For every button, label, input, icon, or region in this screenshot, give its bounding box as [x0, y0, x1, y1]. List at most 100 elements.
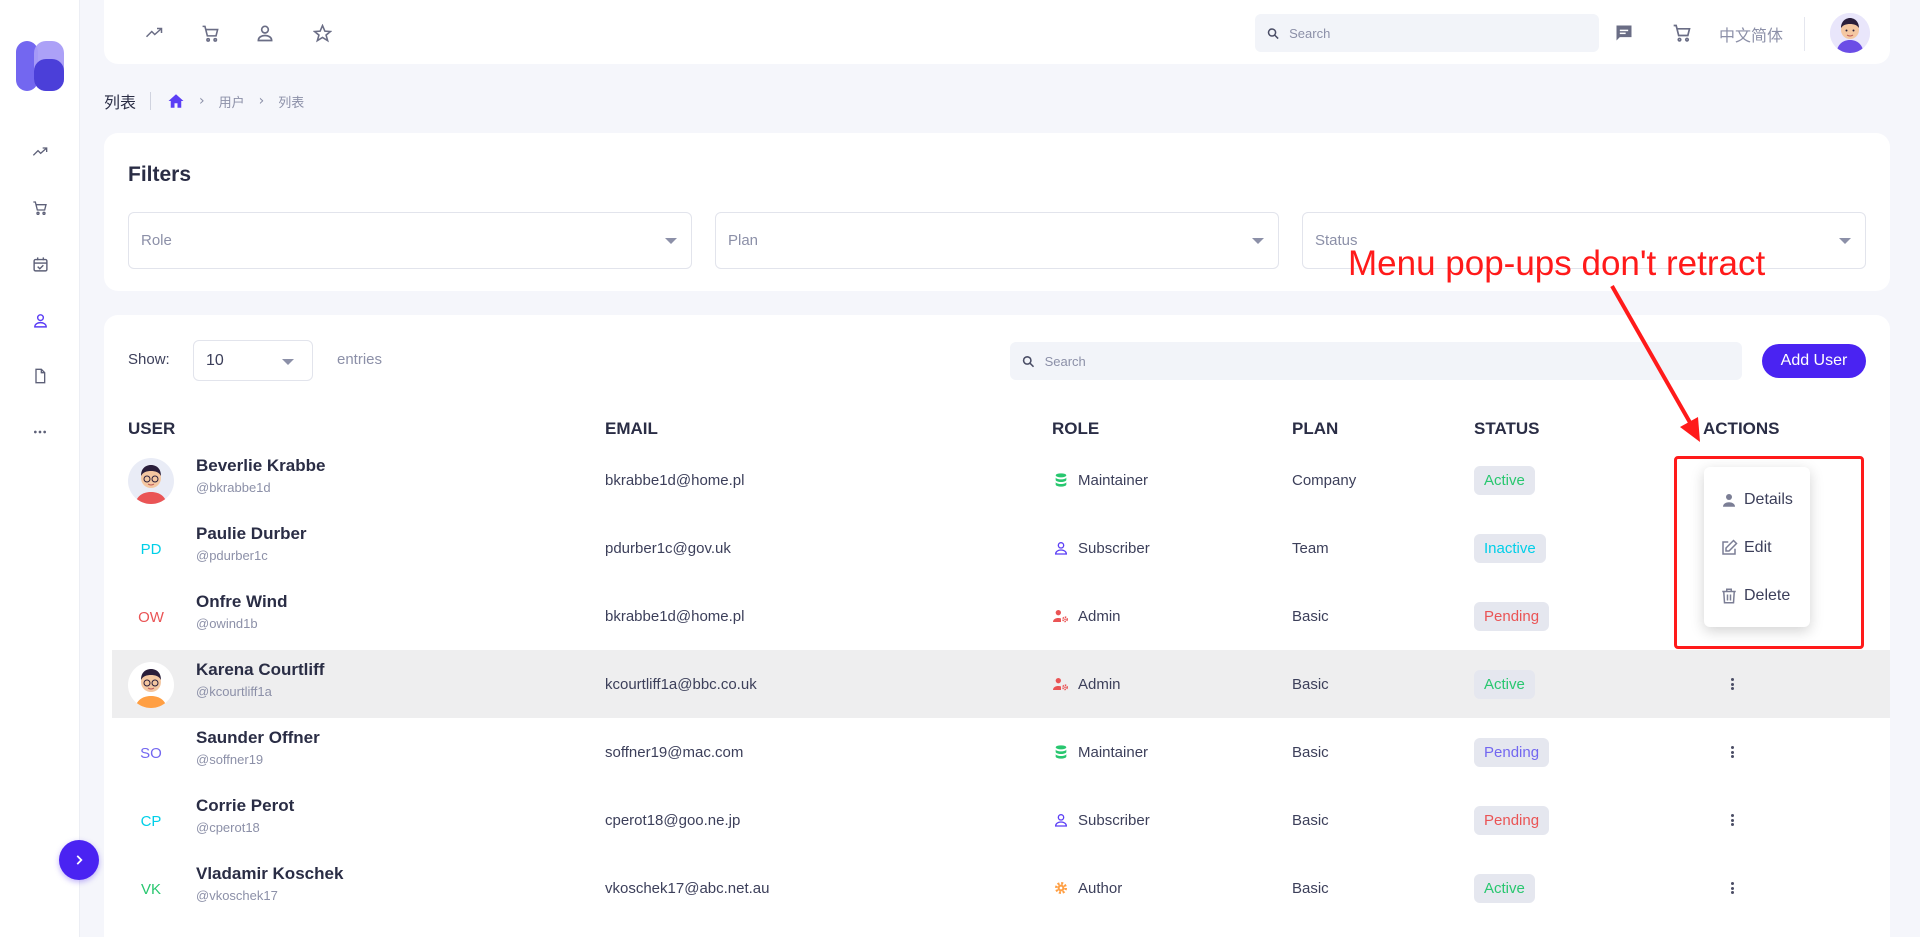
- sidebar-calendar-check-icon[interactable]: [29, 253, 51, 275]
- more-actions-icon[interactable]: [1724, 880, 1740, 896]
- cart-icon[interactable]: [199, 22, 221, 44]
- filters-title: Filters: [128, 163, 192, 186]
- user-role: Maintainer: [1052, 718, 1148, 786]
- user-plan: Company: [1292, 471, 1357, 489]
- user-plan: Basic: [1292, 675, 1329, 693]
- user-email: vkoschek17@abc.net.au: [605, 879, 770, 897]
- caret-down-icon: [282, 359, 294, 365]
- user-role: Author: [1052, 854, 1122, 922]
- user-role: Maintainer: [1052, 446, 1148, 514]
- star-icon[interactable]: [311, 22, 333, 44]
- status-badge: Active: [1474, 446, 1535, 514]
- plan-filter-select[interactable]: Plan: [715, 212, 1279, 269]
- table-row: PD Paulie Durber @pdurber1c pdurber1c@gov.u…: [112, 514, 1890, 582]
- database-icon: [1052, 743, 1070, 761]
- user-plan: Team: [1292, 539, 1329, 557]
- top-search-input[interactable]: [1289, 25, 1599, 41]
- more-actions-icon[interactable]: [1724, 812, 1740, 828]
- caret-down-icon: [1839, 238, 1851, 244]
- more-actions-icon[interactable]: [1724, 744, 1740, 760]
- user-icon: [1052, 811, 1070, 829]
- user-name[interactable]: Corrie Perot: [196, 796, 294, 816]
- user-email: soffner19@mac.com: [605, 743, 744, 761]
- column-header-email[interactable]: EMAIL: [605, 419, 658, 439]
- user-email: pdurber1c@gov.uk: [605, 539, 731, 557]
- status-badge: Pending: [1474, 718, 1550, 786]
- status-badge: Active: [1474, 854, 1535, 922]
- breadcrumb-current: 列表: [278, 95, 305, 111]
- chevron-right-icon: [76, 855, 83, 865]
- user-icon: [1052, 539, 1070, 557]
- sidebar-more-icon[interactable]: [29, 421, 51, 443]
- user-avatar: [128, 458, 174, 504]
- entries-per-page-select[interactable]: 10: [193, 340, 313, 381]
- user-cog-icon: [1052, 607, 1070, 625]
- column-header-role[interactable]: ROLE: [1052, 419, 1099, 439]
- caret-down-icon: [1252, 238, 1264, 244]
- role-filter-select[interactable]: Role: [128, 212, 692, 269]
- column-header-status[interactable]: STATUS: [1474, 419, 1539, 439]
- user-name[interactable]: Vladamir Koschek: [196, 864, 343, 884]
- table-row: OW Onfre Wind @owind1b bkrabbe1d@home.pl Adm…: [112, 582, 1890, 650]
- sidebar-file-icon[interactable]: [29, 365, 51, 387]
- user-role: Admin: [1052, 650, 1121, 718]
- user-avatar: [128, 662, 174, 708]
- user-role: Subscriber: [1052, 786, 1150, 854]
- search-icon: [1267, 27, 1279, 39]
- search-icon: [1022, 355, 1035, 367]
- user-plan: Basic: [1292, 879, 1329, 897]
- sidebar-cart-icon[interactable]: [29, 197, 51, 219]
- user-avatar: OW: [138, 608, 164, 626]
- plan-filter-placeholder: Plan: [728, 232, 759, 249]
- user-name[interactable]: Onfre Wind: [196, 592, 287, 612]
- breadcrumb-users[interactable]: 用户: [219, 92, 245, 111]
- annotation-arrow: [1610, 285, 1700, 442]
- user-handle: @kcourtliff1a: [196, 684, 272, 699]
- top-cart-icon[interactable]: [1671, 22, 1693, 44]
- top-search-bar[interactable]: [1255, 14, 1599, 52]
- user-role: Admin: [1052, 582, 1121, 650]
- role-filter-placeholder: Role: [141, 232, 172, 249]
- add-user-button[interactable]: Add User: [1762, 344, 1866, 378]
- breadcrumb: 列表 › 用户 › 列表: [104, 89, 304, 113]
- table-row: Beverlie Krabbe @bkrabbe1d bkrabbe1d@home.…: [112, 446, 1890, 514]
- user-avatar: PD: [140, 540, 162, 558]
- entries-label: entries: [337, 351, 383, 368]
- user-icon[interactable]: [254, 22, 276, 44]
- message-icon[interactable]: [1613, 22, 1635, 44]
- user-name[interactable]: Paulie Durber: [196, 524, 307, 544]
- status-badge: Pending: [1474, 582, 1550, 650]
- show-label: Show:: [128, 351, 170, 368]
- status-badge: Inactive: [1474, 514, 1546, 582]
- trending-up-icon[interactable]: [143, 22, 165, 44]
- home-icon[interactable]: [167, 92, 185, 110]
- language-selector[interactable]: 中文简体: [1719, 22, 1783, 46]
- sidebar-trending-up-icon[interactable]: [29, 141, 51, 163]
- user-name[interactable]: Beverlie Krabbe: [196, 456, 325, 476]
- chevron-right-icon: ›: [199, 93, 205, 109]
- user-plan: Basic: [1292, 607, 1329, 625]
- page-title: 列表: [104, 93, 137, 112]
- profile-avatar[interactable]: [1830, 13, 1870, 53]
- user-handle: @bkrabbe1d: [196, 480, 271, 495]
- user-plan: Basic: [1292, 743, 1329, 761]
- app-logo[interactable]: [16, 41, 64, 91]
- sidebar: [0, 0, 80, 937]
- status-badge: Active: [1474, 650, 1535, 718]
- column-header-actions: ACTIONS: [1703, 419, 1780, 438]
- more-actions-icon[interactable]: [1724, 676, 1740, 692]
- user-avatar: CP: [140, 812, 162, 830]
- user-email: bkrabbe1d@home.pl: [605, 607, 745, 625]
- user-handle: @soffner19: [196, 752, 264, 767]
- divider: [1804, 17, 1805, 51]
- table-row: SO Saunder Offner @soffner19 soffner19@mac.…: [112, 718, 1890, 786]
- column-header-plan[interactable]: PLAN: [1292, 419, 1338, 439]
- entries-value: 10: [206, 351, 224, 369]
- user-handle: @cperot18: [196, 820, 260, 835]
- user-name[interactable]: Saunder Offner: [196, 728, 320, 748]
- user-email: kcourtliff1a@bbc.co.uk: [605, 675, 757, 693]
- column-header-user[interactable]: USER: [128, 419, 175, 439]
- sidebar-user-icon[interactable]: [29, 309, 51, 331]
- user-name[interactable]: Karena Courtliff: [196, 660, 324, 680]
- sidebar-expand-button[interactable]: [59, 840, 99, 880]
